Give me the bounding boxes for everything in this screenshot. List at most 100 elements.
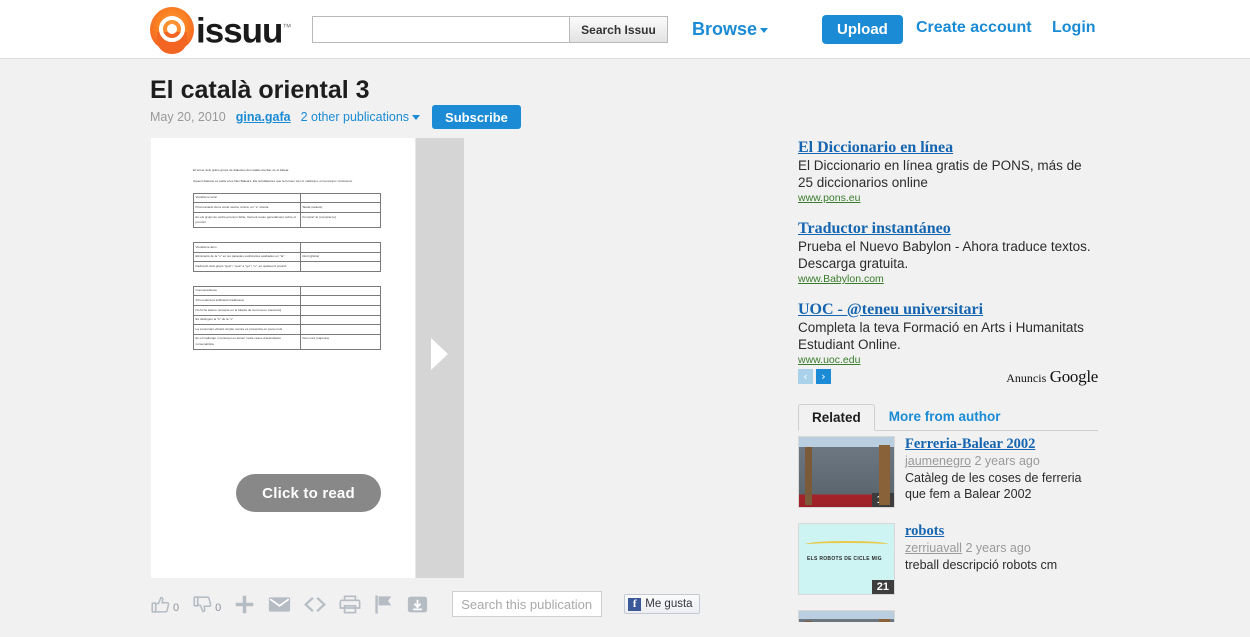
related-owner[interactable]: zerriuavall (905, 541, 962, 555)
list-item-partial[interactable] (798, 610, 1098, 622)
ad-item[interactable]: El Diccionario en línea El Diccionario e… (798, 138, 1098, 204)
doc-cell: No hi ha ieisme (excepte en la bitants d… (193, 304, 301, 316)
publication-date: May 20, 2010 (150, 110, 226, 124)
ad-title[interactable]: El Diccionario en línea (798, 138, 1098, 157)
logo-wordmark-text: issuu (196, 11, 283, 51)
ad-title[interactable]: UOC - @teneu universitari (798, 300, 1098, 319)
search-button[interactable]: Search Issuu (569, 17, 667, 42)
related-age: 2 years ago (974, 454, 1040, 468)
related-meta: jaumenegro 2 years ago (905, 453, 1098, 470)
doc-cell: Cam més (capmés) (299, 333, 382, 350)
doc-table-heading: Consonantisme (193, 285, 301, 297)
embed-button[interactable] (304, 595, 327, 614)
print-button[interactable] (339, 594, 361, 614)
tab-more-from-author[interactable]: More from author (875, 403, 1015, 430)
upload-button[interactable]: Upload (822, 15, 903, 44)
chevron-down-icon (760, 27, 769, 33)
chevron-down-icon (412, 115, 421, 121)
publication-search-input[interactable] (452, 591, 603, 617)
tab-related[interactable]: Related (798, 404, 875, 431)
thumbnail-curve-decoration (805, 541, 889, 548)
ads-prev-icon[interactable]: ‹ (798, 369, 813, 384)
doc-cell: Glòri (glòria) (299, 251, 382, 263)
ads-brand-prefix: Anuncis (1006, 371, 1047, 385)
related-owner[interactable]: jaumenegro (905, 454, 971, 468)
thumbs-up-icon (151, 596, 170, 613)
doc-cell: En els grups de verbs+pronom feble, l'ac… (193, 211, 301, 228)
subscribe-button[interactable]: Subscribe (432, 105, 521, 129)
flag-button[interactable] (374, 594, 394, 615)
download-button[interactable] (407, 595, 428, 614)
like-button[interactable]: 0 (150, 594, 179, 615)
right-sidebar: El Diccionario en línea El Diccionario e… (798, 138, 1098, 622)
add-button[interactable] (234, 594, 255, 615)
doc-cell (299, 261, 382, 272)
related-description: Catàleg de les coses de ferreria que fem… (905, 471, 1082, 501)
ads-next-icon[interactable]: › (816, 369, 831, 384)
nav-browse[interactable]: Browse (692, 19, 769, 40)
click-to-read-overlay[interactable]: Click to read (236, 474, 381, 512)
embed-code-icon (304, 596, 327, 612)
doc-cell (299, 295, 382, 306)
doc-paragraph: El tercer dels grans grups de dialectes … (193, 168, 290, 172)
author-link[interactable]: gina.gafa (236, 110, 291, 124)
doc-table-consonantisme: Consonantisme S'hi endeva la iodització … (193, 285, 382, 350)
ad-item[interactable]: Traductor instantáneo Prueba el Nuevo Ba… (798, 219, 1098, 285)
email-button[interactable] (268, 595, 291, 614)
doc-table-heading: Vocalisme tònic (193, 192, 301, 204)
ad-title[interactable]: Traductor instantáneo (798, 219, 1098, 238)
dislike-button[interactable]: 0 (192, 594, 221, 615)
related-description: treball descripció robots cm (905, 558, 1058, 572)
publication-meta: May 20, 2010 gina.gafa 2 other publicati… (150, 105, 521, 129)
publication-thumbnail[interactable] (798, 610, 895, 622)
publication-thumbnail[interactable]: 16 (798, 436, 895, 508)
other-publications-link[interactable]: 2 other publications (300, 110, 421, 124)
ads-brand-name: Google (1049, 367, 1099, 386)
issuu-logo[interactable]: issuu™ (150, 7, 291, 52)
page-title: El català oriental 3 (150, 76, 370, 104)
nav-login[interactable]: Login (1052, 19, 1096, 37)
viewer-toolbar: 0 0 Search this publication f Me gusta (150, 588, 700, 620)
logo-wordmark: issuu™ (196, 7, 291, 52)
ad-item[interactable]: UOC - @teneu universitari Completa la te… (798, 300, 1098, 366)
trademark-symbol: ™ (282, 21, 291, 32)
nav-browse-label: Browse (692, 19, 758, 39)
list-item[interactable]: 16 Ferreria-Balear 2002 jaumenegro 2 yea… (798, 436, 1098, 508)
doc-cell: Pronunciació de la vocal neutra, tònica,… (193, 202, 301, 213)
search-input[interactable] (313, 17, 569, 42)
ad-url[interactable]: www.uoc.edu (798, 354, 1098, 366)
site-search[interactable]: Search Issuu (312, 16, 668, 43)
doc-cell: La consonant vibrant simple només es pro… (193, 324, 301, 335)
ad-url[interactable]: www.Babylon.com (798, 273, 1098, 285)
related-tabs: Related More from author (798, 404, 1098, 431)
thumbnail-title-text: ELS ROBOTS DE CICLE MIG (807, 556, 882, 562)
doc-cell (299, 324, 382, 335)
list-item[interactable]: ELS ROBOTS DE CICLE MIG 21 robots zerriu… (798, 523, 1098, 595)
ad-description: Completa la teva Formació en Arts i Huma… (798, 320, 1084, 352)
doc-cell (299, 304, 382, 316)
issuu-logo-icon (150, 7, 194, 51)
related-title[interactable]: Ferreria-Balear 2002 (905, 436, 1098, 453)
publication-thumbnail[interactable]: ELS ROBOTS DE CICLE MIG 21 (798, 523, 895, 595)
doc-cell (299, 314, 382, 326)
ad-url[interactable]: www.pons.eu (798, 192, 1098, 204)
facebook-like-button[interactable]: f Me gusta (624, 594, 700, 614)
doc-cell: En el mallorquí i menorquí es donen molt… (193, 333, 301, 350)
download-icon (408, 596, 428, 612)
related-title[interactable]: robots (905, 523, 1057, 540)
plus-icon (236, 595, 254, 613)
doc-table-vocalisme-aton: Vocalisme àton Eliminació de la "o" en l… (193, 241, 382, 272)
facebook-icon: f (628, 597, 642, 611)
page-count-badge: 21 (871, 580, 894, 594)
doc-cell: Comprar'-ló (comprar-lo) (299, 211, 382, 228)
ad-description: Prueba el Nuevo Babylon - Ahora traduce … (798, 239, 1091, 271)
document-viewer[interactable]: El tercer dels grans grups de dialectes … (151, 138, 464, 578)
nav-create-account[interactable]: Create account (916, 19, 1032, 37)
document-content: El tercer dels grans grups de dialectes … (193, 168, 382, 350)
doc-cell: S'hi endeva la iodització tradicional (193, 295, 301, 306)
other-publications-label: 2 other publications (300, 110, 410, 124)
doc-table-heading: Vocalisme àton (193, 241, 301, 253)
doc-table-vocalisme-tonic: Vocalisme tònic Pronunciació de la vocal… (193, 192, 382, 228)
site-header: issuu™ Search Issuu Browse Upload Create… (0, 0, 1250, 59)
next-page-arrow-icon[interactable] (431, 338, 448, 370)
